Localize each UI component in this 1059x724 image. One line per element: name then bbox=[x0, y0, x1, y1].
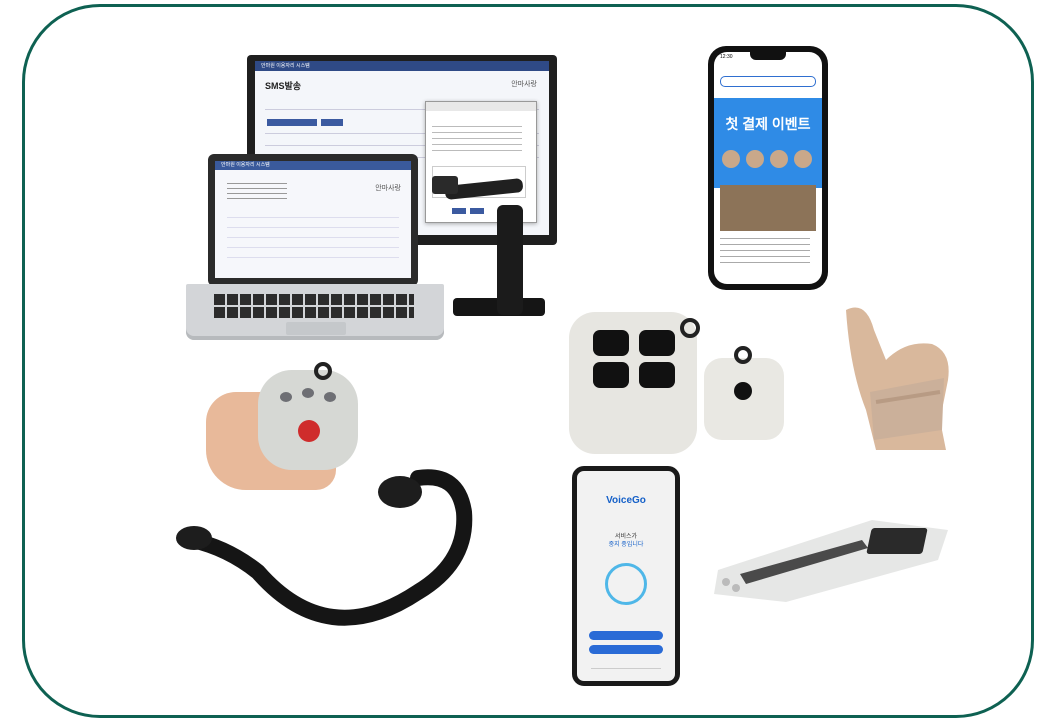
laptop-screen: 안마원 이용자리 시스템 안마사랑 bbox=[215, 161, 411, 278]
laptop-table-line bbox=[227, 237, 399, 238]
dialog-titlebar bbox=[426, 102, 536, 111]
braille-display-device bbox=[714, 520, 948, 602]
shop-photo bbox=[720, 185, 816, 231]
voicego-brand: VoiceGo bbox=[606, 495, 646, 506]
monitor-page-title: SMS발송 bbox=[265, 81, 302, 91]
dialog-cancel-button bbox=[470, 208, 484, 214]
monitor-stand bbox=[497, 205, 523, 315]
right-earpiece bbox=[378, 476, 422, 508]
event-banner: 첫 결제 이벤트 bbox=[714, 98, 822, 188]
category-thumb bbox=[746, 150, 764, 168]
remote-keyring bbox=[680, 318, 700, 338]
document-camera-head bbox=[432, 176, 458, 194]
four-button-remote bbox=[569, 312, 697, 454]
dialog-text-lines bbox=[432, 126, 522, 156]
remote-button bbox=[639, 362, 675, 388]
laptop-keyboard bbox=[214, 294, 414, 318]
laptop-lid: 안마원 이용자리 시스템 안마사랑 bbox=[208, 154, 418, 286]
voicego-primary-button bbox=[589, 631, 663, 640]
laptop-touchpad bbox=[286, 322, 346, 335]
remote-button bbox=[734, 382, 752, 400]
laptop-keyboard-base bbox=[186, 284, 444, 340]
device-button bbox=[324, 392, 336, 402]
keypad bbox=[866, 528, 928, 554]
voicego-ring-icon bbox=[605, 563, 647, 605]
device-button bbox=[280, 392, 292, 402]
remote-button bbox=[593, 330, 629, 356]
wrist-brace bbox=[846, 307, 949, 450]
monitor-search-button bbox=[321, 119, 343, 126]
shop-text-lines bbox=[720, 238, 810, 268]
event-title: 첫 결제 이벤트 bbox=[725, 116, 811, 132]
voicego-phone: VoiceGo 서비스가 중지 중입니다 bbox=[572, 466, 680, 686]
voicego-message-line2: 중지 중입니다 bbox=[608, 542, 644, 548]
device-button bbox=[302, 388, 314, 398]
phone-time: 12:30 bbox=[720, 54, 733, 60]
single-button-remote bbox=[704, 358, 784, 440]
category-thumb bbox=[722, 150, 740, 168]
sos-button bbox=[298, 420, 320, 442]
laptop-logo: 안마사랑 bbox=[375, 185, 401, 192]
laptop-text-lines bbox=[227, 183, 287, 203]
device-button bbox=[722, 578, 730, 586]
phone-nav-bar bbox=[591, 668, 661, 675]
smartphone-screen: 12:30 첫 결제 이벤트 bbox=[714, 52, 822, 284]
device-keyring bbox=[314, 362, 332, 380]
sms-dialog bbox=[425, 101, 537, 223]
laptop-table-line bbox=[227, 247, 399, 248]
bone-conduction-headset bbox=[176, 469, 473, 626]
category-thumb bbox=[770, 150, 788, 168]
voicego-secondary-button bbox=[589, 645, 663, 654]
laptop-table-line bbox=[227, 227, 399, 228]
category-thumb bbox=[794, 150, 812, 168]
device-button bbox=[732, 584, 740, 592]
dialog-send-button bbox=[452, 208, 466, 214]
remote-keyring bbox=[734, 346, 752, 364]
left-earpiece bbox=[176, 526, 212, 550]
headset-band bbox=[184, 469, 473, 626]
phone-notch bbox=[750, 52, 786, 60]
monitor-app-titlebar: 안마원 이용자리 시스템 bbox=[255, 61, 549, 71]
smartphone-app: 12:30 첫 결제 이벤트 bbox=[708, 46, 828, 290]
remote-button bbox=[639, 330, 675, 356]
monitor-logo: 안마사랑 bbox=[511, 81, 537, 88]
laptop-table-line bbox=[227, 217, 399, 218]
laptop-table-line bbox=[227, 257, 399, 258]
remote-button bbox=[593, 362, 629, 388]
monitor-action-button bbox=[267, 119, 317, 126]
laptop-app-titlebar: 안마원 이용자리 시스템 bbox=[215, 161, 411, 170]
phone-search-bar bbox=[720, 76, 816, 87]
